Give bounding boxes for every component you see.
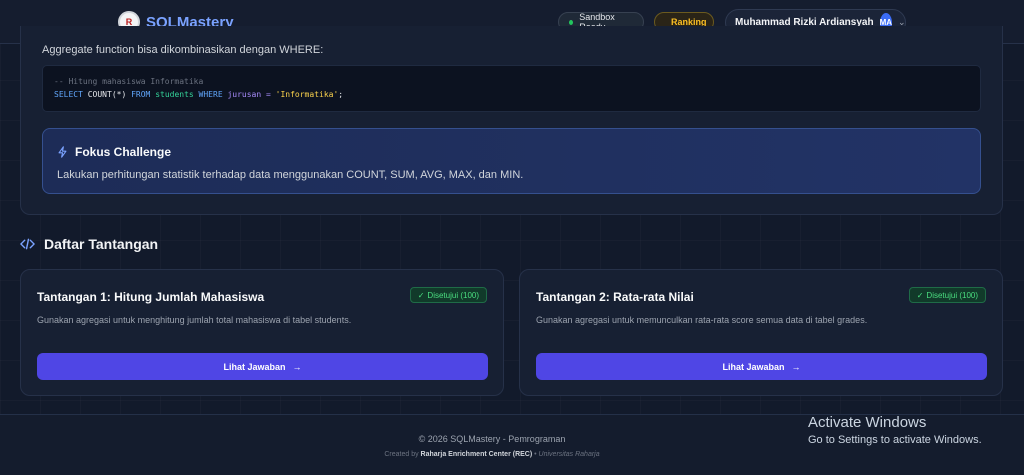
challenge-title: Tantangan 1: Hitung Jumlah Mahasiswa [37, 290, 265, 304]
code-brackets-icon [20, 238, 35, 250]
code-string: 'Informatika' [275, 90, 339, 99]
code-function: COUNT(*) [87, 90, 127, 99]
code-condition: jurusan = [227, 90, 271, 99]
challenge-card: Tantangan 1: Hitung Jumlah Mahasiswa ✓ D… [20, 269, 504, 396]
lightning-icon [58, 146, 67, 158]
view-answer-button[interactable]: Lihat Jawaban → [536, 353, 987, 380]
arrow-right-icon: → [292, 361, 302, 372]
code-comment: -- Hitung mahasiswa Informatika [54, 77, 204, 86]
status-badge-label: Disetujui (100) [926, 290, 978, 300]
challenge-description: Gunakan agregasi untuk menghitung jumlah… [37, 315, 352, 325]
credit-separator: • [534, 451, 537, 458]
check-icon: ✓ [916, 290, 924, 300]
code-keyword-from: FROM [131, 90, 151, 99]
code-snippet: -- Hitung mahasiswa Informatika SELECT C… [42, 65, 981, 112]
focus-header: Fokus Challenge [57, 145, 171, 159]
challenges-heading: Daftar Tantangan [20, 236, 158, 252]
watermark-title: Activate Windows [808, 414, 927, 431]
challenge-card: Tantangan 2: Rata-rata Nilai ✓ Disetujui… [519, 269, 1003, 396]
credit-prefix: Created by [384, 451, 419, 458]
focus-challenge-panel: Fokus Challenge Lakukan perhitungan stat… [42, 128, 981, 194]
view-answer-label: Lihat Jawaban [722, 361, 785, 372]
view-answer-button[interactable]: Lihat Jawaban → [37, 353, 488, 380]
section-title: Daftar Tantangan [44, 236, 159, 252]
challenge-title: Tantangan 2: Rata-rata Nilai [536, 290, 694, 304]
focus-title: Fokus Challenge [75, 145, 172, 159]
status-badge: ✓ Disetujui (100) [409, 287, 487, 303]
view-answer-label: Lihat Jawaban [223, 361, 286, 372]
arrow-right-icon: → [791, 361, 801, 372]
code-table: students [155, 90, 194, 99]
status-badge-label: Disetujui (100) [427, 290, 479, 300]
watermark-subtitle: Go to Settings to activate Windows. [808, 434, 982, 446]
challenge-description: Gunakan agregasi untuk memunculkan rata-… [536, 315, 868, 325]
code-keyword-select: SELECT [54, 90, 83, 99]
lesson-paragraph: Aggregate function bisa dikombinasikan d… [42, 44, 324, 56]
code-keyword-where: WHERE [198, 90, 223, 99]
windows-activation-watermark: Activate Windows Go to Settings to activ… [808, 414, 982, 446]
credit-org-link[interactable]: Raharja Enrichment Center (REC) [421, 451, 533, 458]
check-icon: ✓ [417, 290, 425, 300]
focus-description: Lakukan perhitungan statistik terhadap d… [57, 169, 524, 181]
status-badge: ✓ Disetujui (100) [908, 287, 986, 303]
credit-university: Universitas Raharja [538, 451, 600, 458]
footer-credit: Created by Raharja Enrichment Center (RE… [0, 451, 1024, 458]
status-dot-icon [569, 19, 574, 25]
code-line: SELECT COUNT(*) FROM students WHERE juru… [54, 90, 969, 99]
code-terminator: ; [338, 90, 344, 99]
